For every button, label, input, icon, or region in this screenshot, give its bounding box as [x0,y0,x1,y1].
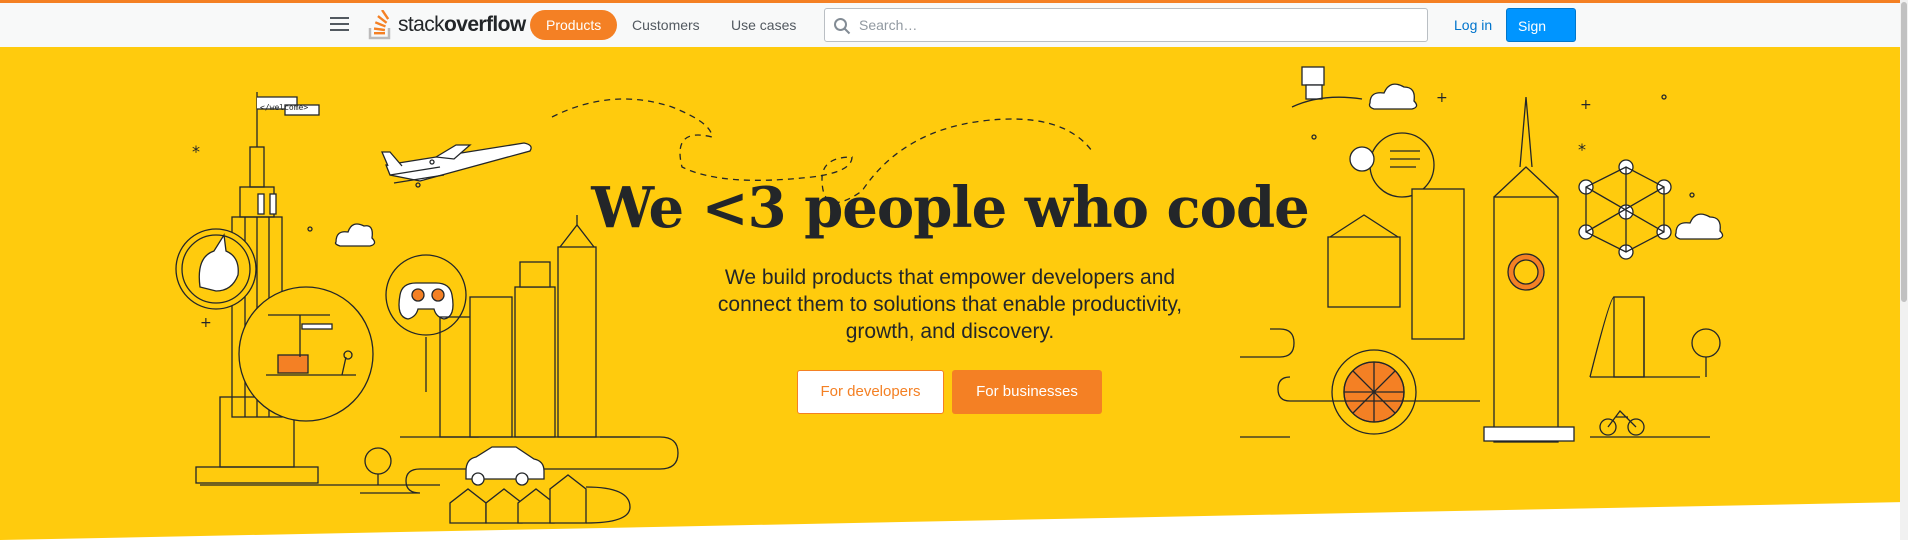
car-illustration [465,446,545,486]
nav-use-cases[interactable]: Use cases [731,10,796,40]
top-bar-inner: stackoverflow Products Customers Use cas… [326,3,1576,68]
desk-circle [238,286,374,422]
top-bar: stackoverflow Products Customers Use cas… [0,0,1908,68]
chat-circle [1349,132,1435,198]
search-icon [834,18,851,35]
svg-text:+: + [1436,90,1448,106]
svg-text:+: + [200,315,212,331]
for-businesses-button[interactable]: For businesses [952,370,1102,414]
cloud-left [334,223,376,247]
airplane-illustration [381,142,532,184]
page-scrollbar[interactable] [1900,0,1908,540]
robot-illustration [1291,66,1363,108]
search-box[interactable] [824,8,1428,42]
hero-subtitle: We build products that empower developer… [717,266,1183,343]
login-button[interactable]: Log in [1447,8,1499,42]
ferris-wheel-illustration [1240,328,1480,438]
cloud-right-top [1368,83,1418,110]
hero-title: We <3 people who code [591,175,1310,241]
controller-circle [385,254,467,392]
site-logo[interactable]: stackoverflow [368,8,526,42]
flag-label: </welcome> [260,103,309,112]
svg-text:*: * [192,142,200,161]
menu-icon[interactable] [330,17,349,33]
stackoverflow-logo-icon [368,10,391,40]
nav-products[interactable]: Products [530,10,618,40]
search-input[interactable] [859,9,1419,41]
svg-text:*: * [1578,140,1586,159]
houses-illustration [200,447,631,524]
cloud-right-mid [1674,213,1724,240]
nav-customers[interactable]: Customers [632,10,700,40]
unicorn-circle [175,228,257,310]
bridge-illustration [1589,296,1721,438]
signup-button[interactable]: Sign up [1506,8,1576,68]
logo-text-suffix: overflow [444,13,526,36]
logo-text: stackoverflow [398,13,526,37]
scrollbar-thumb[interactable] [1901,2,1907,302]
logo-text-prefix: stack [398,13,445,36]
molecule-illustration [1578,159,1672,260]
for-developers-button[interactable]: For developers [797,370,944,414]
svg-text:+: + [1580,97,1592,113]
